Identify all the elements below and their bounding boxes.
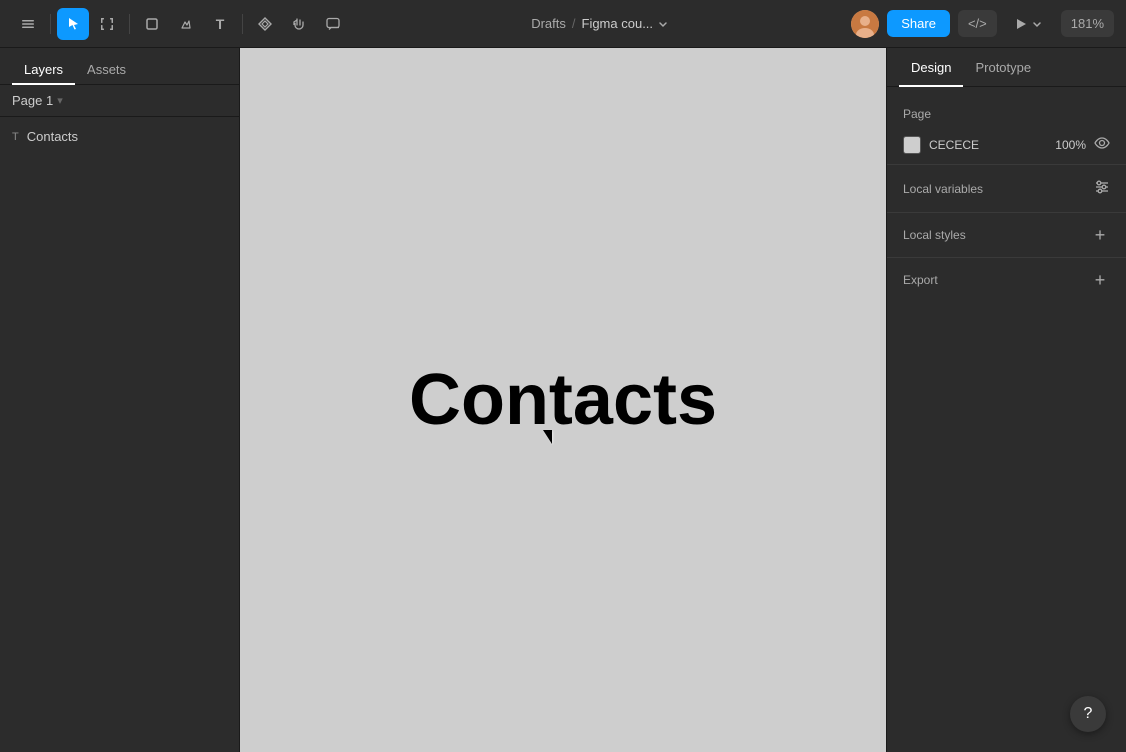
divider-3: [887, 257, 1126, 258]
tab-prototype[interactable]: Prototype: [963, 48, 1043, 87]
toolbar-sep-2: [129, 14, 130, 34]
chevron-down-small-icon: [1031, 18, 1043, 30]
divider-2: [887, 212, 1126, 213]
tab-design[interactable]: Design: [899, 48, 963, 87]
page-name: Page 1: [12, 93, 53, 108]
frame-tool-button[interactable]: [91, 8, 123, 40]
hand-tool-button[interactable]: [283, 8, 315, 40]
page-bg-opacity: 100%: [1055, 138, 1086, 152]
main-menu-button[interactable]: [12, 8, 44, 40]
visibility-icon[interactable]: [1094, 135, 1110, 154]
canvas[interactable]: Contacts: [240, 48, 886, 752]
add-export-button[interactable]: +: [1090, 270, 1110, 290]
play-icon: [1015, 18, 1027, 30]
main-area: Layers Assets Page 1 ▾ T Contacts Contac…: [0, 48, 1126, 752]
tune-icon[interactable]: [1094, 179, 1110, 198]
tab-layers[interactable]: Layers: [12, 56, 75, 85]
right-panel-tabs: Design Prototype: [887, 48, 1126, 87]
layer-list: T Contacts: [0, 117, 239, 752]
page-bg-swatch[interactable]: [903, 136, 921, 154]
share-button[interactable]: Share: [887, 10, 950, 37]
text-layer-icon: T: [12, 131, 19, 143]
page-selector[interactable]: Page 1 ▾: [0, 85, 239, 117]
components-button[interactable]: [249, 8, 281, 40]
comment-tool-button[interactable]: [317, 8, 349, 40]
page-section-label: Page: [903, 107, 931, 121]
export-header: Export +: [887, 262, 1126, 298]
shape-tool-button[interactable]: [136, 8, 168, 40]
toolbar: T Drafts / Figma cou...: [0, 0, 1126, 48]
export-label: Export: [903, 273, 938, 287]
help-button[interactable]: ?: [1070, 696, 1106, 732]
tool-group-left: T: [12, 8, 349, 40]
text-tool-button[interactable]: T: [204, 8, 236, 40]
breadcrumb: Drafts / Figma cou...: [353, 16, 847, 31]
breadcrumb-separator: /: [572, 16, 576, 31]
avatar: [851, 10, 879, 38]
code-button[interactable]: </>: [958, 10, 997, 37]
page-chevron: ▾: [57, 94, 63, 107]
page-bg-color-label: CECECE: [929, 138, 979, 152]
local-variables-row[interactable]: Local variables: [887, 169, 1126, 208]
canvas-content-text: Contacts: [409, 359, 717, 441]
toolbar-right: Share </> 181%: [851, 10, 1114, 38]
eye-svg: [1094, 135, 1110, 151]
breadcrumb-title[interactable]: Figma cou...: [582, 16, 670, 31]
toolbar-sep-1: [50, 14, 51, 34]
select-tool-button[interactable]: [57, 8, 89, 40]
layer-item-contacts[interactable]: T Contacts: [0, 125, 239, 148]
local-variables-label: Local variables: [903, 182, 983, 196]
breadcrumb-drafts[interactable]: Drafts: [531, 16, 566, 31]
right-panel-content: Page CECECE 100% Local variables: [887, 87, 1126, 752]
tab-assets[interactable]: Assets: [75, 56, 138, 85]
chevron-down-icon: [657, 18, 669, 30]
zoom-button[interactable]: 181%: [1061, 10, 1114, 37]
cursor-indicator: [543, 430, 552, 444]
local-styles-label: Local styles: [903, 228, 966, 242]
pen-tool-button[interactable]: [170, 8, 202, 40]
right-panel: Design Prototype Page CECECE 100%: [886, 48, 1126, 752]
page-section-header: Page: [887, 99, 1126, 129]
page-bg-row: CECECE 100%: [887, 129, 1126, 160]
play-button[interactable]: [1005, 12, 1053, 36]
layer-label: Contacts: [27, 129, 78, 144]
divider-1: [887, 164, 1126, 165]
local-styles-header: Local styles +: [887, 217, 1126, 253]
add-local-style-button[interactable]: +: [1090, 225, 1110, 245]
left-panel: Layers Assets Page 1 ▾ T Contacts: [0, 48, 240, 752]
panel-tabs: Layers Assets: [0, 48, 239, 85]
toolbar-sep-3: [242, 14, 243, 34]
